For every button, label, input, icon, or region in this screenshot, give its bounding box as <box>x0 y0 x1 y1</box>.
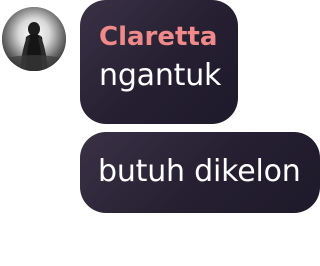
message-text: butuh dikelon <box>98 154 301 189</box>
message-bubble[interactable]: butuh dikelon <box>80 132 320 213</box>
message-text: ngantuk <box>99 58 222 93</box>
avatar-photo <box>2 7 66 71</box>
sender-name: Claretta <box>99 22 218 52</box>
avatar[interactable] <box>2 7 66 71</box>
chat-thread: Claretta ngantuk butuh dikelon <box>0 0 320 266</box>
message-bubble[interactable]: Claretta ngantuk <box>80 0 238 124</box>
